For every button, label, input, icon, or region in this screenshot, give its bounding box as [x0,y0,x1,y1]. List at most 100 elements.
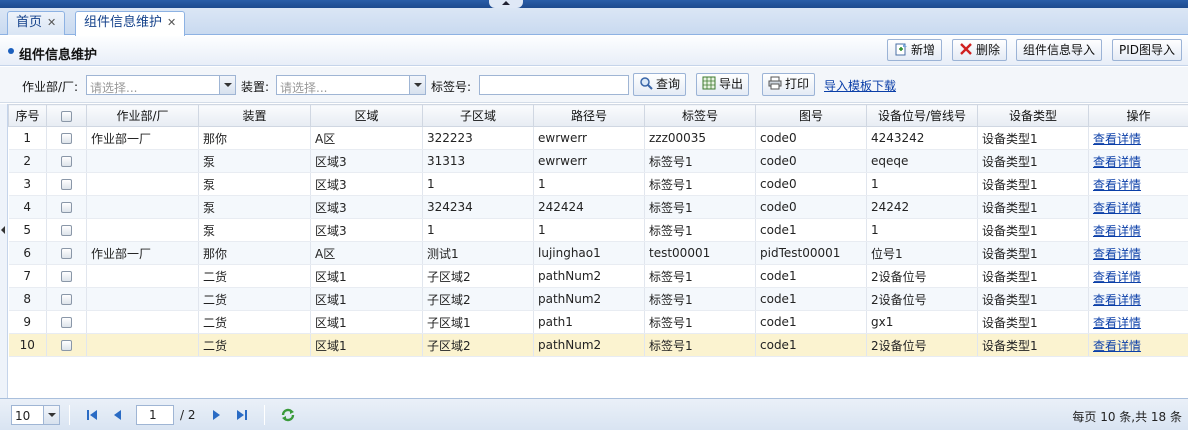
table-row[interactable]: 9 二货 区域1 子区域1 path1 标签号1 code1 gx1 设备类型1 查看详情 [8,310,1188,334]
view-detail-link[interactable]: 查看详情 [1093,270,1141,284]
col-header-action[interactable]: 操作 [1088,104,1188,127]
cell-path: ewrwerr [533,149,645,173]
add-button[interactable]: 新增 [887,39,943,61]
table-row[interactable]: 8 二货 区域1 子区域2 pathNum2 标签号1 code1 2设备位号 设备类型1 查看详… [8,287,1188,311]
refresh-icon[interactable] [280,407,296,423]
divider [264,405,265,425]
view-detail-link[interactable]: 查看详情 [1093,178,1141,192]
table-row[interactable]: 2 泵区域3 31313 ewrwerr 标签号1 code0 eqeqe 设备类型1 查看详情 [8,149,1188,173]
tab-component-info[interactable]: 组件信息维护 ✕ [75,11,186,36]
chevron-down-icon[interactable] [409,76,425,94]
chevron-down-icon[interactable] [219,76,235,94]
view-detail-link[interactable]: 查看详情 [1093,316,1141,330]
row-checkbox[interactable] [61,248,72,259]
col-header-dept[interactable]: 作业部/厂 [86,104,199,127]
view-detail-link[interactable]: 查看详情 [1093,132,1141,146]
cell-checkbox[interactable] [46,172,87,196]
cell-index: 5 [8,218,47,242]
row-checkbox[interactable] [61,294,72,305]
cell-path: lujinghao1 [533,241,645,265]
table-row[interactable]: 1 作业部一厂 那你 A区 322223 ewrwerr zzz00035 code0 4243… [8,126,1188,150]
table-row[interactable]: 7 二货 区域1 子区域2 pathNum2 标签号1 code1 2设备位号 设备类型1 查看详… [8,264,1188,288]
query-button[interactable]: 查询 [633,73,687,96]
chevron-down-icon[interactable] [43,406,59,424]
close-icon[interactable]: ✕ [167,16,176,29]
view-detail-link[interactable]: 查看详情 [1093,224,1141,238]
export-button[interactable]: 导出 [696,73,750,96]
delete-button[interactable]: 删除 [952,39,1008,61]
dept-label: 作业部/厂: [22,80,79,94]
select-all-checkbox[interactable] [61,110,72,122]
view-detail-link[interactable]: 查看详情 [1093,293,1141,307]
page-number-input[interactable]: 1 [136,405,174,425]
page-size-select[interactable]: 10 [11,405,60,425]
cell-drawing: code0 [755,195,867,219]
col-header-path[interactable]: 路径号 [533,104,645,127]
dept-select[interactable]: 请选择... [86,75,236,95]
row-checkbox[interactable] [61,202,72,213]
tab-home[interactable]: 首页 ✕ [7,11,66,35]
col-header-area[interactable]: 区域 [310,104,423,127]
cell-index: 6 [8,241,47,265]
next-page-icon[interactable] [209,408,223,422]
table-row[interactable]: 10 二货 区域1 子区域2 pathNum2 标签号1 code1 2设备位号 设备类型1 查看… [8,333,1188,357]
view-detail-link[interactable]: 查看详情 [1093,201,1141,215]
table-row[interactable]: 6 作业部一厂 那你 A区 测试1 lujinghao1 test00001 pidTest0… [8,241,1188,265]
row-checkbox[interactable] [61,317,72,328]
view-detail-link[interactable]: 查看详情 [1093,339,1141,353]
print-label: 打印 [785,77,810,91]
cell-checkbox[interactable] [46,126,87,150]
cell-checkbox[interactable] [46,287,87,311]
cell-tag: 标签号1 [644,333,756,357]
import-component-button[interactable]: 组件信息导入 [1016,39,1103,61]
cell-checkbox[interactable] [46,218,87,242]
tab-label: 组件信息维护 [84,15,163,30]
cell-dept [86,172,199,196]
import-pid-button[interactable]: PID图导入 [1112,39,1183,61]
col-header-drawing[interactable]: 图号 [755,104,867,127]
print-button[interactable]: 打印 [762,73,816,96]
cell-checkbox[interactable] [46,264,87,288]
device-select[interactable]: 请选择... [276,75,426,95]
row-checkbox[interactable] [61,340,72,351]
col-header-position[interactable]: 设备位号/管线号 [866,104,978,127]
row-checkbox[interactable] [61,225,72,236]
view-detail-link[interactable]: 查看详情 [1093,155,1141,169]
prev-page-icon[interactable] [111,408,125,422]
cell-index: 8 [8,287,47,311]
cell-path: 1 [533,218,645,242]
left-collapse-bar[interactable] [0,104,8,399]
view-detail-link[interactable]: 查看详情 [1093,247,1141,261]
table-row[interactable]: 5 泵区域3 1 1 标签号1 code1 1 设备类型1 查看详情 [8,218,1188,242]
col-header-type[interactable]: 设备类型 [977,104,1089,127]
cell-position: eqeqe [866,149,978,173]
first-page-icon[interactable] [85,408,99,422]
col-header-index[interactable]: 序号 [8,104,47,127]
cell-subarea: 子区域2 [422,287,534,311]
cell-type: 设备类型1 [977,333,1089,357]
cell-checkbox[interactable] [46,310,87,334]
template-download-link[interactable]: 导入模板下载 [824,77,896,94]
last-page-icon[interactable] [235,408,249,422]
cell-checkbox[interactable] [46,195,87,219]
row-checkbox[interactable] [61,156,72,167]
tag-input[interactable] [479,75,629,95]
collapse-top-toggle[interactable] [489,0,523,8]
row-checkbox[interactable] [61,133,72,144]
cell-checkbox[interactable] [46,149,87,173]
col-header-tag[interactable]: 标签号 [644,104,756,127]
col-header-checkbox[interactable] [46,104,87,127]
cell-drawing: code0 [755,126,867,150]
cell-index: 9 [8,310,47,334]
cell-dept: 作业部一厂 [86,126,199,150]
col-header-device[interactable]: 装置 [198,104,311,127]
cell-checkbox[interactable] [46,241,87,265]
cell-checkbox[interactable] [46,333,87,357]
col-header-subarea[interactable]: 子区域 [422,104,534,127]
close-icon[interactable]: ✕ [47,16,56,29]
table-row[interactable]: 4 泵区域3 324234 242424 标签号1 code0 24242 设备类型1 查看详情 [8,195,1188,219]
row-checkbox[interactable] [61,271,72,282]
table-row[interactable]: 3 泵区域3 1 1 标签号1 code0 1 设备类型1 查看详情 [8,172,1188,196]
row-checkbox[interactable] [61,179,72,190]
chevron-left-icon[interactable] [1,226,5,234]
